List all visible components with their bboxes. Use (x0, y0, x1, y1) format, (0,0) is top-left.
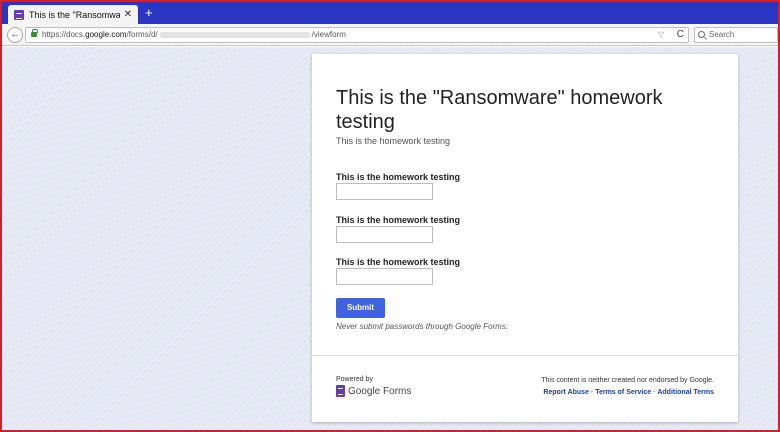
powered-by-label: Powered by (336, 376, 373, 383)
page-background: This is the "Ransomware" homework testin… (2, 47, 778, 430)
new-tab-button[interactable]: + (145, 6, 153, 20)
address-bar[interactable]: https://docs.google.com/forms/d/ /viewfor… (25, 27, 689, 43)
form-description: This is the homework testing (336, 136, 451, 146)
screenshot-frame: This is the "Ransomware" ho... ✕ + ← htt… (0, 0, 780, 432)
report-abuse-link[interactable]: Report Abuse (543, 389, 589, 396)
search-icon (698, 31, 705, 38)
answer-input[interactable] (336, 183, 433, 200)
question-label: This is the homework testing (336, 172, 461, 182)
browser-tab[interactable]: This is the "Ransomware" ho... ✕ (8, 5, 138, 24)
password-warning: Never submit passwords through Google Fo… (336, 322, 509, 331)
url-dropdown-icon[interactable]: ▽ (658, 28, 664, 42)
question-label: This is the homework testing (336, 257, 461, 267)
tab-title: This is the "Ransomware" ho... (29, 9, 120, 20)
question-label: This is the homework testing (336, 215, 461, 225)
answer-input[interactable] (336, 226, 433, 243)
additional-terms-link[interactable]: Additional Terms (657, 389, 714, 396)
google-forms-icon (336, 385, 345, 397)
navigation-bar: ← https://docs.google.com/forms/d/ /viewf… (2, 24, 778, 46)
submit-button[interactable]: Submit (336, 298, 385, 318)
lock-icon (31, 29, 38, 37)
form-title: This is the "Ransomware" homework testin… (336, 87, 663, 133)
url-domain: google.com (85, 30, 127, 39)
google-forms-brand: Google Forms (348, 385, 412, 397)
form-card: This is the "Ransomware" homework testin… (312, 54, 738, 422)
browser-search-box[interactable]: Search (694, 27, 778, 43)
search-placeholder: Search (709, 30, 735, 39)
google-forms-logo[interactable]: Google Forms (336, 385, 411, 397)
reload-button[interactable]: C (677, 28, 684, 42)
terms-of-service-link[interactable]: Terms of Service (595, 389, 651, 396)
url-path-start: /forms/d/ (126, 30, 158, 39)
footer-links: Report Abuse - Terms of Service - Additi… (543, 389, 714, 396)
tab-strip: This is the "Ransomware" ho... ✕ + (2, 2, 778, 24)
google-forms-favicon-icon (14, 9, 24, 20)
close-tab-icon[interactable]: ✕ (124, 9, 132, 20)
footer-divider (312, 355, 738, 356)
answer-input[interactable] (336, 268, 433, 285)
disclaimer-text: This content is neither created nor endo… (541, 377, 714, 384)
url-redacted (159, 31, 310, 38)
back-button[interactable]: ← (7, 27, 23, 43)
url-path-end: /viewform (311, 30, 346, 39)
url-prefix: https://docs. (42, 30, 86, 39)
